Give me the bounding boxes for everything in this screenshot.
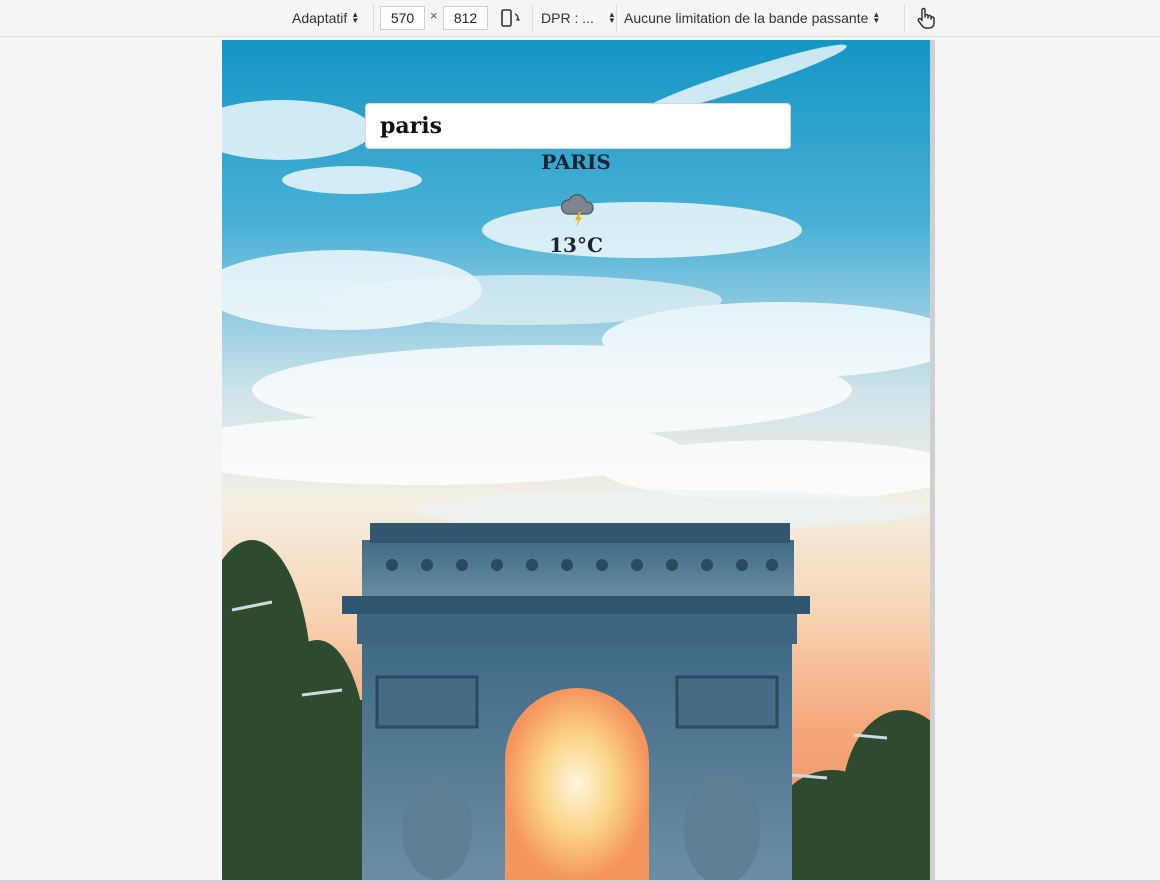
toolbar-divider xyxy=(904,4,905,32)
device-mode-select[interactable]: Adaptatif ▲ ▼ xyxy=(292,0,359,36)
dpr-select[interactable]: DPR : ... ▲ ▼ xyxy=(541,0,616,36)
city-name: PARIS xyxy=(541,150,611,174)
throttling-label: Aucune limitation de la bande passante xyxy=(624,10,869,26)
height-input[interactable]: 812 xyxy=(443,6,488,30)
throttling-select[interactable]: Aucune limitation de la bande passante ▲… xyxy=(624,0,880,36)
devtools-device-toolbar: Adaptatif ▲ ▼ 570 × 812 DPR : ... ▲ ▼ Aucu… xyxy=(0,0,1160,37)
select-arrows-icon: ▲ ▼ xyxy=(607,10,616,25)
toolbar-divider xyxy=(616,4,617,32)
temperature: 13°C xyxy=(549,233,603,257)
touch-emulation-button[interactable] xyxy=(914,0,936,36)
city-search-input[interactable]: paris xyxy=(365,103,791,149)
app-viewport: paris PARIS 13°C xyxy=(222,40,930,880)
viewport-scrollbar[interactable] xyxy=(930,40,935,880)
toolbar-divider xyxy=(532,4,533,32)
thunderstorm-cloud-icon xyxy=(560,194,594,227)
touch-hand-icon xyxy=(917,7,935,29)
select-arrows-icon: ▲ ▼ xyxy=(872,10,881,25)
width-input[interactable]: 570 xyxy=(380,6,425,30)
rotate-device-icon xyxy=(501,9,520,27)
dpr-label: DPR : ... xyxy=(541,10,594,26)
dimension-separator: × xyxy=(430,8,438,23)
select-arrows-icon: ▲ ▼ xyxy=(351,10,360,25)
rotate-device-button[interactable] xyxy=(500,0,522,36)
device-mode-label: Adaptatif xyxy=(292,10,348,26)
toolbar-divider xyxy=(373,4,374,32)
